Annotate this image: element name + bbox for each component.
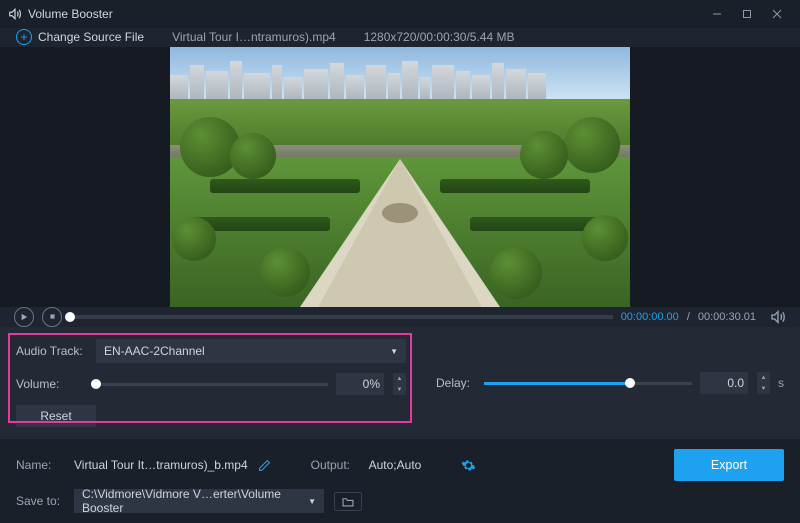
name-label: Name:: [16, 458, 64, 472]
chevron-down-icon: ▼: [308, 497, 316, 506]
timeline-handle[interactable]: [65, 312, 75, 322]
volume-spinner: ▲ ▼: [392, 373, 406, 395]
save-path-value: C:\Vidmore\Vidmore V…erter\Volume Booste…: [82, 487, 308, 515]
export-button[interactable]: Export: [674, 449, 784, 481]
maximize-button[interactable]: [732, 0, 762, 28]
volume-icon[interactable]: [770, 309, 786, 325]
playback-timeline[interactable]: [70, 315, 613, 319]
delay-down-button[interactable]: ▼: [757, 383, 770, 394]
app-icon: [8, 7, 22, 21]
volume-up-button[interactable]: ▲: [393, 373, 406, 384]
delay-up-button[interactable]: ▲: [757, 372, 770, 383]
volume-slider-knob[interactable]: [91, 379, 101, 389]
total-time: 00:00:30.01: [698, 311, 756, 323]
current-time: 00:00:00.00: [621, 311, 679, 323]
playback-bar: 00:00:00.00 / 00:00:30.01: [0, 307, 800, 327]
delay-slider[interactable]: [484, 382, 692, 385]
audio-track-value: EN-AAC-2Channel: [104, 344, 205, 358]
delay-slider-knob[interactable]: [625, 378, 635, 388]
output-label: Output:: [311, 458, 359, 472]
footer: Name: Virtual Tour It…tramuros)_b.mp4 Ou…: [0, 439, 800, 523]
chevron-down-icon: ▼: [390, 347, 398, 356]
source-meta: 1280x720/00:00:30/5.44 MB: [364, 30, 515, 44]
output-name: Virtual Tour It…tramuros)_b.mp4: [74, 458, 248, 472]
save-path-dropdown[interactable]: C:\Vidmore\Vidmore V…erter\Volume Booste…: [74, 489, 324, 513]
controls-panel: Audio Track: EN-AAC-2Channel ▼ Volume: 0…: [0, 327, 800, 439]
delay-unit: s: [778, 376, 784, 390]
output-settings-button[interactable]: [461, 458, 476, 473]
volume-slider[interactable]: [96, 383, 328, 386]
delay-value[interactable]: 0.0: [700, 372, 748, 394]
change-source-label: Change Source File: [38, 30, 144, 44]
play-button[interactable]: [14, 307, 34, 327]
edit-name-button[interactable]: [258, 459, 271, 472]
volume-row: Volume: 0% ▲ ▼: [16, 373, 406, 395]
plus-circle-icon: +: [16, 29, 32, 45]
video-preview[interactable]: [170, 47, 630, 307]
close-button[interactable]: [762, 0, 792, 28]
output-value: Auto;Auto: [369, 458, 422, 472]
audio-track-row: Audio Track: EN-AAC-2Channel ▼: [16, 339, 406, 363]
window-title: Volume Booster: [28, 7, 113, 21]
preview-area: [0, 47, 800, 307]
delay-label: Delay:: [436, 376, 476, 390]
info-bar: + Change Source File Virtual Tour I…ntra…: [0, 28, 800, 47]
volume-label: Volume:: [16, 377, 88, 391]
delay-row: Delay: 0.0 ▲ ▼ s: [436, 372, 784, 394]
minimize-button[interactable]: [702, 0, 732, 28]
reset-button[interactable]: Reset: [16, 405, 96, 427]
save-to-label: Save to:: [16, 494, 64, 508]
open-folder-button[interactable]: [334, 492, 362, 511]
audio-track-label: Audio Track:: [16, 344, 88, 358]
volume-down-button[interactable]: ▼: [393, 384, 406, 395]
titlebar: Volume Booster: [0, 0, 800, 28]
audio-track-dropdown[interactable]: EN-AAC-2Channel ▼: [96, 339, 406, 363]
stop-button[interactable]: [42, 307, 62, 327]
volume-value[interactable]: 0%: [336, 373, 384, 395]
delay-spinner: ▲ ▼: [756, 372, 770, 394]
source-filename: Virtual Tour I…ntramuros).mp4: [172, 30, 336, 44]
change-source-button[interactable]: + Change Source File: [16, 29, 144, 45]
time-sep: /: [687, 311, 690, 323]
